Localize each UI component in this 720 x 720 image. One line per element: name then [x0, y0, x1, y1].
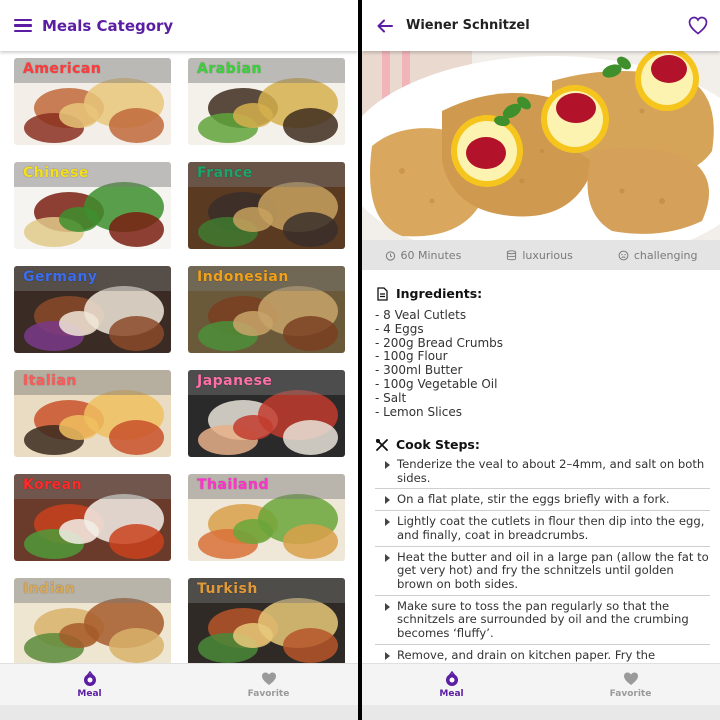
step-bullet-icon	[385, 651, 390, 660]
system-bar	[362, 705, 720, 720]
nav-favorite-tab[interactable]: Favorite	[179, 664, 358, 705]
category-tile-chinese[interactable]: Chinese	[14, 162, 171, 249]
category-label: American	[23, 61, 102, 77]
face-icon	[618, 250, 629, 260]
cook-step-text: Heat the butter and oil in a large pan (…	[397, 549, 709, 591]
meal-icon	[83, 670, 96, 686]
menu-icon[interactable]	[14, 18, 32, 33]
category-tile-japanese[interactable]: Japanese	[188, 370, 345, 457]
document-icon	[377, 286, 388, 301]
category-label: Germany	[23, 269, 98, 285]
category-tile-germany[interactable]: Germany	[14, 266, 171, 353]
step-bullet-icon	[385, 461, 390, 469]
app-bar: Meals Category	[0, 0, 358, 51]
bottom-nav: Meal Favorite	[362, 663, 720, 705]
ingredient-item: - Lemon Slices	[375, 404, 462, 419]
step-bullet-icon	[385, 496, 390, 505]
category-tile-thailand[interactable]: Thailand	[188, 474, 345, 561]
category-grid: American Arabian Chinese France Germany Indon…	[0, 51, 358, 663]
nav-meal-tab[interactable]: Meal	[362, 664, 541, 705]
heart-icon	[623, 672, 638, 685]
step-bullet-icon	[385, 602, 390, 611]
category-tile-indian[interactable]: Indian	[14, 578, 171, 663]
cook-step-item: Tenderize the veal to about 2–4mm, and s…	[375, 457, 710, 490]
alarm-clock-icon	[385, 250, 395, 261]
nav-favorite-tab[interactable]: Favorite	[541, 664, 720, 705]
ingredient-item: - 4 Eggs	[375, 321, 424, 336]
category-tile-american[interactable]: American	[14, 58, 171, 145]
duration-text: 60 Minutes	[400, 248, 462, 262]
meal-meta-bar: 60 Minutes luxurious challenging	[362, 240, 720, 270]
steps-header: Cook Steps:	[375, 437, 480, 452]
step-bullet-icon	[385, 518, 390, 527]
ingredient-item: - 100g Flour	[375, 349, 448, 364]
meal-title: Wiener Schnitzel	[406, 18, 530, 33]
nav-meal-tab[interactable]: Meal	[0, 664, 179, 705]
cook-steps-list: Tenderize the veal to about 2–4mm, and s…	[375, 457, 710, 670]
ingredient-item: - 200g Bread Crumbs	[375, 335, 504, 350]
nav-meal-label: Meal	[439, 688, 464, 699]
cook-step-item: Heat the butter and oil in a large pan (…	[375, 549, 710, 596]
utensils-icon	[376, 438, 388, 451]
category-tile-arabian[interactable]: Arabian	[188, 58, 345, 145]
nav-favorite-label: Favorite	[247, 688, 290, 699]
category-label: Korean	[23, 477, 83, 493]
database-icon	[507, 249, 517, 260]
cook-step-text: Make sure to toss the pan regularly so t…	[397, 598, 689, 641]
favorite-heart-icon[interactable]	[688, 16, 708, 35]
app-bar: Wiener Schnitzel	[362, 0, 720, 51]
back-arrow-icon[interactable]	[376, 17, 394, 35]
ingredients-list: - 8 Veal Cutlets - 4 Eggs - 200g Bread Cru…	[375, 308, 705, 419]
ingredient-item: - Salt	[375, 390, 407, 405]
complexity-info: challenging	[618, 248, 698, 262]
ingredient-item: - 8 Veal Cutlets	[375, 308, 467, 322]
ingredients-header: Ingredients:	[375, 286, 482, 301]
category-tile-italian[interactable]: Italian	[14, 370, 171, 457]
category-label: Italian	[23, 373, 77, 389]
category-tile-france[interactable]: France	[188, 162, 345, 249]
category-label: Thailand	[197, 477, 269, 493]
meal-detail-screen: Wiener Schnitzel 60 Minutes luxurious ch…	[362, 0, 720, 720]
duration-info: 60 Minutes	[385, 248, 462, 262]
system-bar	[0, 705, 358, 720]
nav-favorite-label: Favorite	[609, 688, 652, 699]
page-title: Meals Category	[42, 16, 174, 35]
categories-screen: Meals Category American Arabian Chinese Fra…	[0, 0, 358, 720]
cook-step-item: On a flat plate, stir the eggs briefly w…	[375, 492, 710, 512]
complexity-text: challenging	[633, 248, 698, 262]
ingredient-item: - 100g Vegetable Oil	[375, 376, 498, 391]
category-label: Turkish	[197, 581, 258, 597]
meal-icon	[445, 670, 458, 686]
ingredients-title: Ingredients:	[396, 286, 483, 301]
category-tile-korean[interactable]: Korean	[14, 474, 171, 561]
category-label: Indian	[23, 581, 76, 597]
category-label: Indonesian	[197, 269, 289, 285]
ingredient-item: - 300ml Butter	[375, 363, 463, 378]
category-label: Japanese	[197, 373, 273, 389]
category-tile-turkish[interactable]: Turkish	[188, 578, 345, 663]
affordability-text: luxurious	[522, 248, 573, 262]
cook-step-item: Lightly coat the cutlets in flour then d…	[375, 514, 710, 547]
heart-icon	[261, 672, 276, 685]
cook-step-item: Make sure to toss the pan regularly so t…	[375, 598, 710, 645]
cook-step-text: Tenderize the veal to about 2–4mm, and s…	[397, 457, 705, 485]
meal-image	[362, 51, 720, 240]
category-label: France	[197, 165, 253, 181]
nav-meal-label: Meal	[77, 688, 102, 699]
cook-step-text: Lightly coat the cutlets in flour then d…	[397, 514, 705, 542]
category-label: Arabian	[197, 61, 262, 77]
category-label: Chinese	[23, 165, 89, 181]
bottom-nav: Meal Favorite	[0, 663, 358, 705]
affordability-info: luxurious	[506, 249, 573, 262]
cook-step-text: Remove, and drain on kitchen paper. Fry …	[397, 647, 656, 662]
step-bullet-icon	[385, 553, 390, 562]
steps-title: Cook Steps:	[396, 437, 480, 452]
cook-step-text: On a flat plate, stir the eggs briefly w…	[397, 492, 670, 507]
category-tile-indonesian[interactable]: Indonesian	[188, 266, 345, 353]
